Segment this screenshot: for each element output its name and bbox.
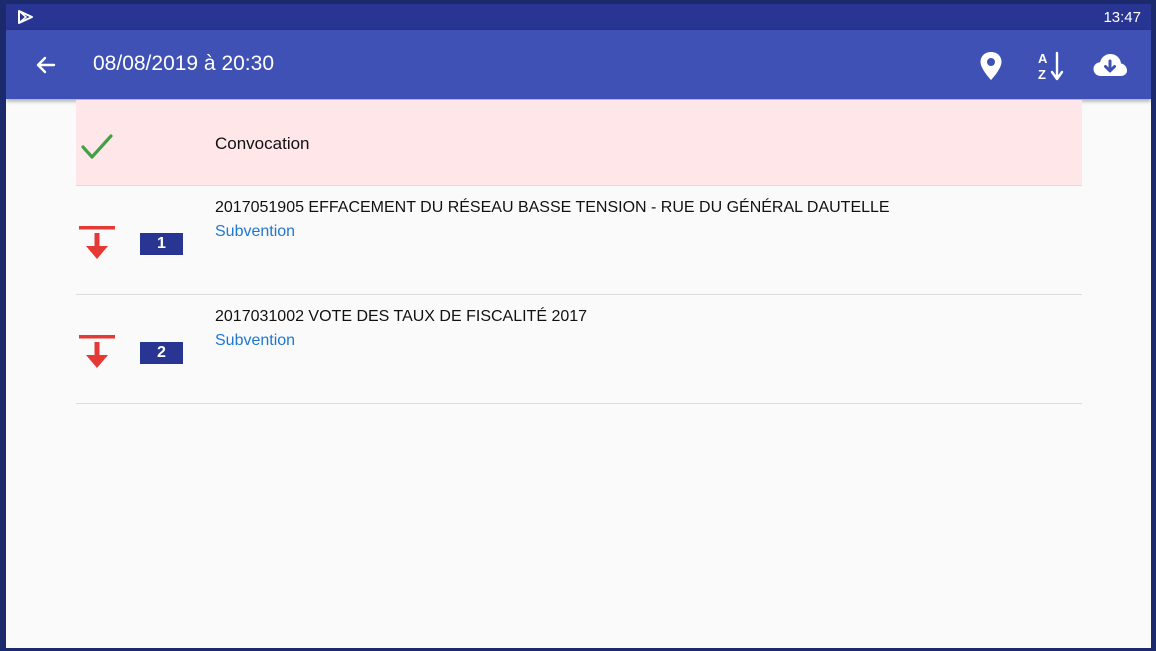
- page-title: 08/08/2019 à 20:30: [93, 52, 275, 75]
- item-type: Subvention: [215, 223, 296, 240]
- agenda-list: Convocation 1 2017051905 EFFACEMENT DU R…: [76, 100, 1082, 404]
- sort-az-icon: A Z: [1033, 50, 1069, 82]
- item-number-badge: 2: [140, 342, 183, 364]
- vote-down-icon: [79, 335, 115, 373]
- vote-down-icon: [79, 226, 115, 264]
- list-item[interactable]: 1 2017051905 EFFACEMENT DU RÉSEAU BASSE …: [76, 186, 1082, 295]
- list-item[interactable]: 2 2017031002 VOTE DES TAUX DE FISCALITÉ …: [76, 295, 1082, 404]
- app-bar: 08/08/2019 à 20:30 A Z: [6, 30, 1151, 99]
- status-time: 13:47: [1103, 9, 1141, 26]
- item-subject: 2017031002 VOTE DES TAUX DE FISCALITÉ 20…: [215, 308, 588, 325]
- convocation-row[interactable]: Convocation: [76, 100, 1082, 186]
- location-button[interactable]: [973, 50, 1009, 82]
- svg-text:A: A: [1038, 51, 1048, 66]
- svg-text:Z: Z: [1038, 67, 1046, 82]
- back-arrow-icon[interactable]: [34, 53, 58, 77]
- location-pin-icon: [973, 50, 1009, 82]
- play-store-icon: [18, 10, 34, 24]
- item-type: Subvention: [215, 332, 296, 349]
- convocation-label: Convocation: [215, 134, 310, 153]
- cloud-download-icon: [1092, 50, 1128, 82]
- download-button[interactable]: [1092, 50, 1128, 82]
- app-screen: 13:47 08/08/2019 à 20:30 A Z Convocation…: [6, 4, 1151, 648]
- sort-button[interactable]: A Z: [1033, 50, 1069, 82]
- item-number-badge: 1: [140, 233, 183, 255]
- status-bar: 13:47: [6, 4, 1151, 30]
- item-subject: 2017051905 EFFACEMENT DU RÉSEAU BASSE TE…: [215, 199, 890, 216]
- check-icon: [80, 133, 114, 161]
